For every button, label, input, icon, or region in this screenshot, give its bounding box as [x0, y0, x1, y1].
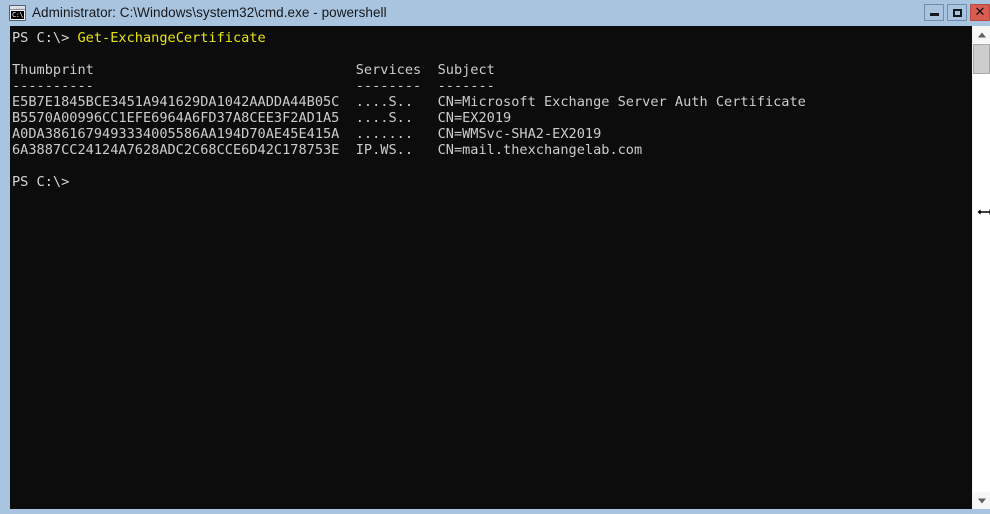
console-text: PS C:\> Get-ExchangeCertificate Thumbpri… [12, 30, 972, 190]
console-output-area[interactable]: PS C:\> Get-ExchangeCertificate Thumbpri… [10, 26, 972, 509]
chevron-down-icon [977, 498, 986, 503]
client-area: PS C:\> Get-ExchangeCertificate Thumbpri… [10, 26, 990, 509]
close-icon: ✕ [974, 5, 986, 20]
maximize-icon [953, 9, 962, 17]
close-button[interactable]: ✕ [970, 4, 990, 21]
maximize-button[interactable] [947, 4, 967, 21]
table-row: E5B7E1845BCE3451A941629DA1042AADDA44B05C… [12, 94, 806, 110]
scroll-down-button[interactable] [973, 492, 990, 509]
title-bar[interactable]: ••• C:\ Administrator: C:\Windows\system… [5, 0, 990, 26]
table-row: B5570A00996CC1EFE6964A6FD37A8CEE3F2AD1A5… [12, 110, 512, 126]
command-text: Get-ExchangeCertificate [77, 30, 266, 46]
scroll-up-button[interactable] [973, 26, 990, 43]
minimize-button[interactable] [924, 4, 944, 21]
vertical-scrollbar[interactable] [972, 26, 990, 509]
chevron-up-icon [977, 32, 986, 37]
cmd-icon[interactable]: ••• C:\ [9, 5, 26, 21]
trailing-prompt: PS C:\> [12, 174, 70, 190]
cmd-icon-titlebar: ••• [10, 6, 25, 10]
prompt-line-1: PS C:\> [12, 30, 78, 46]
cmd-icon-screen: C:\ [11, 11, 24, 19]
caption-buttons: ✕ [924, 4, 990, 21]
scrollbar-track[interactable] [973, 43, 990, 492]
table-header-row: Thumbprint Services Subject [12, 62, 495, 78]
window-title: Administrator: C:\Windows\system32\cmd.e… [32, 5, 387, 20]
scrollbar-thumb[interactable] [973, 44, 990, 74]
cmd-icon-dots: ••• [15, 6, 24, 10]
console-window: ••• C:\ Administrator: C:\Windows\system… [0, 0, 990, 514]
table-row: A0DA3861679493334005586AA194D70AE45E415A… [12, 126, 602, 142]
minimize-icon [930, 13, 939, 16]
table-separator-row: ---------- -------- ------- [12, 78, 495, 94]
table-row: 6A3887CC24124A7628ADC2C68CCE6D42C178753E… [12, 142, 643, 158]
